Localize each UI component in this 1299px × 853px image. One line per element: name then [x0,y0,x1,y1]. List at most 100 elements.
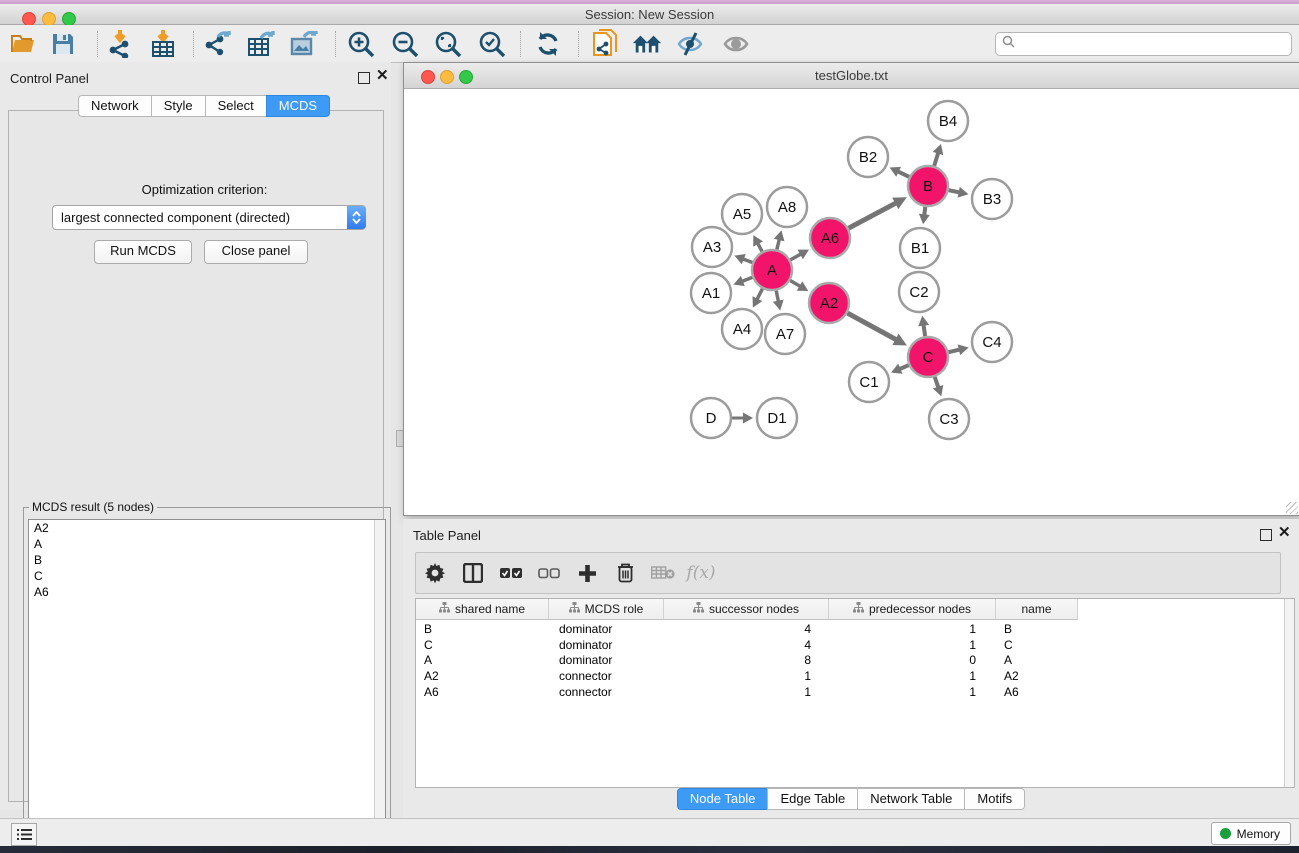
export-image-icon[interactable] [289,29,319,59]
table-row[interactable]: Cdominator41C [416,637,1078,653]
toggle-columns-icon[interactable] [454,553,492,593]
close-panel-icon[interactable]: ✕ [376,66,389,86]
table-cell[interactable]: 8 [664,652,829,668]
edge-A-A5[interactable] [753,235,763,251]
tab-motifs[interactable]: Motifs [964,788,1025,810]
mcds-result-item[interactable]: C [29,568,385,584]
node-A7[interactable]: A7 [765,314,805,354]
tab-edge-table[interactable]: Edge Table [767,788,857,810]
show-task-history-button[interactable] [11,823,37,846]
edge-C-C2[interactable] [918,316,929,336]
table-cell[interactable]: A2 [416,668,549,684]
export-table-icon[interactable] [246,29,276,59]
edge-C-C1[interactable] [891,364,909,374]
table-cell[interactable]: 1 [829,621,996,637]
edge-A-A4[interactable] [753,289,763,308]
edge-B-B4[interactable] [933,144,944,166]
table-cell[interactable]: dominator [549,652,664,668]
mcds-result-item[interactable]: A6 [29,584,385,600]
table-cell[interactable]: 4 [664,621,829,637]
node-C3[interactable]: C3 [929,399,969,439]
edge-A-A3[interactable] [734,254,752,264]
edge-A2-C[interactable] [847,313,906,345]
node-A8[interactable]: A8 [767,187,807,227]
delete-table-icon[interactable] [644,553,682,593]
node-A[interactable]: A [752,250,792,290]
tab-select[interactable]: Select [205,95,266,117]
close-panel-button[interactable]: Close panel [204,240,308,264]
tab-node-table[interactable]: Node Table [677,788,768,810]
node-A5[interactable]: A5 [722,194,762,234]
node-A3[interactable]: A3 [692,227,732,267]
home-view-icon[interactable] [632,29,662,59]
table-row[interactable]: A6connector11A6 [416,684,1078,700]
table-cell[interactable]: A [996,652,1078,668]
mcds-result-item[interactable]: A [29,536,385,552]
tab-mcds[interactable]: MCDS [266,95,330,117]
table-row[interactable]: A2connector11A2 [416,668,1078,684]
table-settings-gear-icon[interactable] [416,553,454,593]
node-A1[interactable]: A1 [691,273,731,313]
clone-network-view-icon[interactable] [590,29,620,59]
close-table-panel-icon[interactable]: ✕ [1278,523,1291,543]
node-A4[interactable]: A4 [722,309,762,349]
export-network-icon[interactable] [203,29,233,59]
result-list-scrollbar[interactable] [374,520,385,844]
table-cell[interactable]: dominator [549,621,664,637]
node-C[interactable]: C [908,337,948,377]
table-cell[interactable]: A [416,652,549,668]
select-all-rows-icon[interactable] [492,553,530,593]
edge-A-A8[interactable] [774,230,785,249]
edge-A-A1[interactable] [733,276,752,286]
node-B2[interactable]: B2 [848,137,888,177]
deselect-all-rows-icon[interactable] [530,553,568,593]
table-cell[interactable]: C [996,637,1078,653]
node-B4[interactable]: B4 [928,101,968,141]
import-network-icon[interactable] [105,29,135,59]
open-file-icon[interactable] [8,29,38,59]
node-B1[interactable]: B1 [900,228,940,268]
window-resize-grip[interactable] [1286,502,1298,514]
table-row[interactable]: Bdominator41B [416,621,1078,637]
hide-graphics-details-icon[interactable] [675,29,705,59]
tab-style[interactable]: Style [151,95,205,117]
table-cell[interactable]: C [416,637,549,653]
node-B[interactable]: B [908,166,948,206]
add-column-icon[interactable] [568,553,606,593]
column-header-successor-nodes[interactable]: successor nodes [664,599,829,620]
table-cell[interactable]: dominator [549,637,664,653]
table-cell[interactable]: B [996,621,1078,637]
table-cell[interactable]: 1 [829,668,996,684]
import-table-icon[interactable] [148,29,178,59]
table-cell[interactable]: A2 [996,668,1078,684]
run-mcds-button[interactable]: Run MCDS [94,240,192,264]
zoom-out-icon[interactable] [390,29,420,59]
edge-A6-B[interactable] [849,197,907,228]
edge-A-A7[interactable] [773,291,784,311]
search-input[interactable] [1019,36,1291,52]
memory-button[interactable]: Memory [1211,822,1291,845]
table-row[interactable]: Adominator80A [416,652,1078,668]
show-graphics-details-icon[interactable] [721,29,751,59]
table-cell[interactable]: 4 [664,637,829,653]
edge-B-B3[interactable] [949,187,969,198]
column-header-predecessor-nodes[interactable]: predecessor nodes [829,599,996,620]
mcds-result-list[interactable]: A2ABCA6 [28,519,386,845]
edge-B-B1[interactable] [919,207,930,224]
refresh-icon[interactable] [533,29,563,59]
table-cell[interactable]: 1 [664,684,829,700]
table-cell[interactable]: 1 [829,637,996,653]
edge-B-B2[interactable] [890,167,909,177]
column-header-MCDS-role[interactable]: MCDS role [549,599,664,620]
node-B3[interactable]: B3 [972,179,1012,219]
table-cell[interactable]: A6 [996,684,1078,700]
float-table-panel-icon[interactable] [1260,529,1272,541]
node-C1[interactable]: C1 [849,362,889,402]
table-cell[interactable]: A6 [416,684,549,700]
column-header-shared-name[interactable]: shared name [416,599,549,620]
save-session-icon[interactable] [48,29,78,59]
node-C2[interactable]: C2 [899,272,939,312]
criterion-dropdown[interactable]: largest connected component (directed) [52,205,366,230]
edge-A-A2[interactable] [790,281,808,291]
edge-A-A6[interactable] [790,250,809,260]
